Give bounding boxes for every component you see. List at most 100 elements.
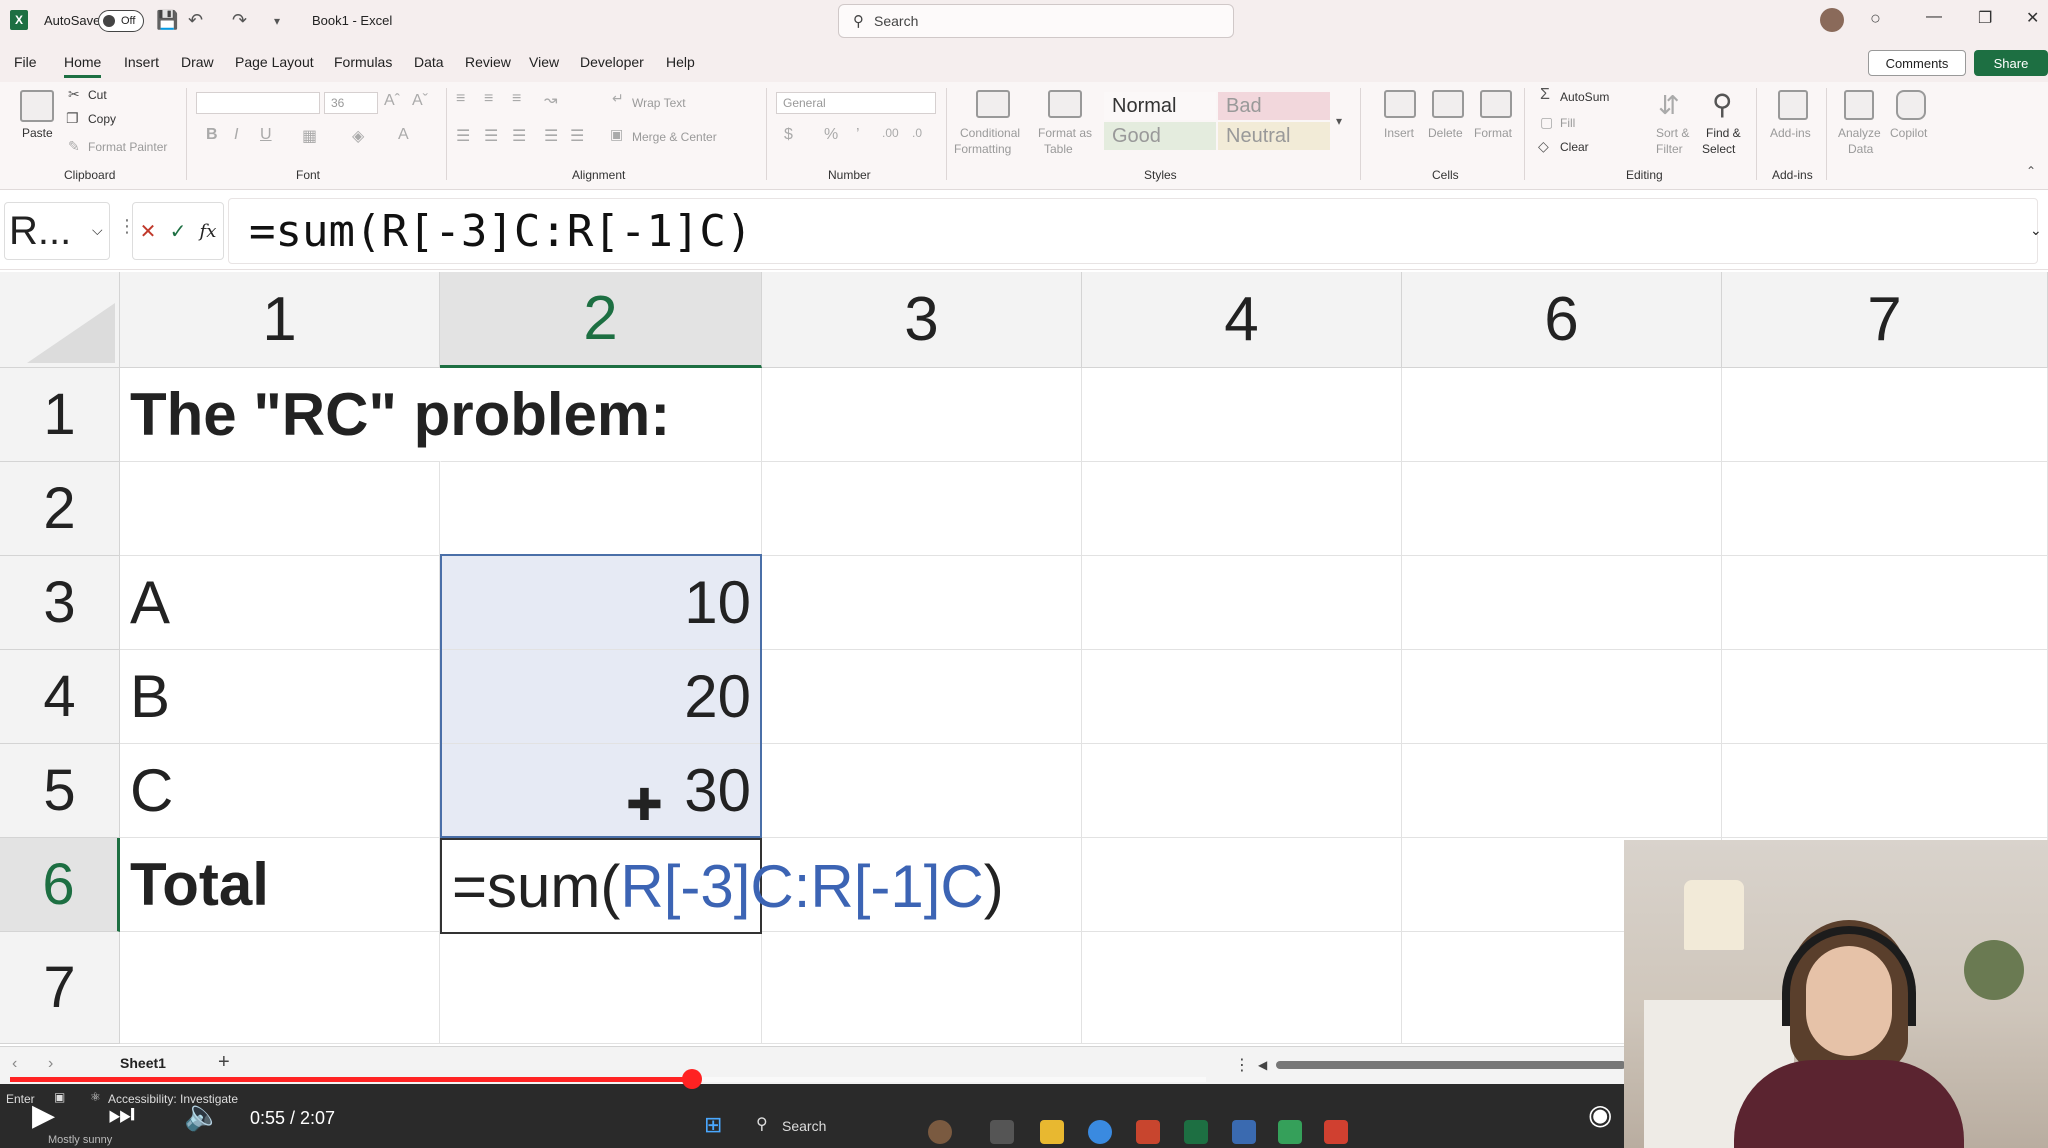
cell-r3c6[interactable] — [1402, 556, 1722, 650]
delete-cells-button[interactable]: Delete — [1428, 126, 1463, 140]
scroll-left-icon[interactable]: ◀ — [1258, 1058, 1267, 1072]
cell-r1c1[interactable]: The "RC" problem: — [120, 368, 670, 462]
format-as-table-line1[interactable]: Format as — [1038, 126, 1092, 140]
cell-r6c1[interactable]: Total — [120, 838, 440, 932]
styles-more-icon[interactable]: ▾ — [1336, 114, 1342, 128]
row-header-2[interactable]: 2 — [0, 462, 120, 556]
increase-font-icon[interactable]: Aˆ — [384, 92, 400, 110]
align-middle-icon[interactable]: ≡ — [484, 90, 493, 108]
select-all-corner[interactable] — [0, 272, 120, 368]
cancel-icon[interactable]: ✕ — [140, 219, 157, 244]
analyze-data-line2[interactable]: Data — [1848, 142, 1873, 156]
tab-page-layout[interactable]: Page Layout — [235, 54, 314, 70]
cell-r3c7[interactable] — [1722, 556, 2048, 650]
taskbar-files-icon[interactable] — [990, 1120, 1014, 1144]
cell-r2c3[interactable] — [762, 462, 1082, 556]
fill-color-icon[interactable]: ◈ — [352, 126, 364, 146]
style-normal[interactable]: Normal — [1104, 92, 1216, 120]
enter-icon[interactable]: ✓ — [170, 219, 187, 244]
cell-r1c7[interactable] — [1722, 368, 2048, 462]
addins-button[interactable]: Add-ins — [1770, 126, 1811, 140]
cell-r3c2[interactable]: 10 — [440, 556, 762, 650]
tab-view[interactable]: View — [529, 54, 559, 70]
comments-button[interactable]: Comments — [1868, 50, 1966, 76]
borders-icon[interactable]: ▦ — [302, 126, 317, 146]
fill-icon[interactable]: ▢ — [1540, 114, 1553, 131]
tab-formulas[interactable]: Formulas — [334, 54, 392, 70]
find-select-line1[interactable]: Find & — [1706, 126, 1741, 140]
style-neutral[interactable]: Neutral — [1218, 122, 1330, 150]
align-top-icon[interactable]: ≡ — [456, 90, 465, 108]
next-video-icon[interactable]: ⏭ — [108, 1098, 135, 1132]
font-name-combo[interactable] — [196, 92, 320, 114]
autosum-icon[interactable]: Σ — [1540, 86, 1550, 104]
percent-icon[interactable]: % — [824, 126, 838, 144]
windows-start-icon[interactable]: ⊞ — [704, 1112, 722, 1138]
cell-r5c3[interactable] — [762, 744, 1082, 838]
column-header-6[interactable]: 6 — [1402, 272, 1722, 368]
taskbar-search-icon[interactable]: ⚲ — [756, 1114, 768, 1134]
row-header-3[interactable]: 3 — [0, 556, 120, 650]
autoplay-toggle-icon[interactable]: ◉ — [1588, 1098, 1612, 1131]
font-color-icon[interactable]: A — [398, 126, 409, 144]
sort-filter-line2[interactable]: Filter — [1656, 142, 1683, 156]
taskbar-recorder-icon[interactable] — [1324, 1120, 1348, 1144]
cell-r2c2[interactable] — [440, 462, 762, 556]
delete-cells-icon[interactable] — [1432, 90, 1464, 118]
comma-style-icon[interactable]: ’ — [856, 126, 860, 144]
horizontal-scrollbar[interactable] — [1276, 1061, 1626, 1069]
cell-r5c2[interactable]: 30 — [440, 744, 762, 838]
clear-icon[interactable]: ◇ — [1538, 138, 1549, 155]
cell-r5c1[interactable]: C — [120, 744, 440, 838]
style-bad[interactable]: Bad — [1218, 92, 1330, 120]
taskbar-powerpoint-icon[interactable] — [1136, 1120, 1160, 1144]
volume-icon[interactable]: 🔈 — [184, 1098, 221, 1133]
collapse-ribbon-icon[interactable]: ⌃ — [2026, 164, 2036, 178]
row-header-7[interactable]: 7 — [0, 932, 120, 1044]
find-select-line2[interactable]: Select — [1702, 142, 1735, 156]
cell-r7c2[interactable] — [440, 932, 762, 1044]
tab-insert[interactable]: Insert — [124, 54, 159, 70]
autosave-toggle[interactable]: Off — [98, 10, 144, 32]
insert-cells-icon[interactable] — [1384, 90, 1416, 118]
insert-cells-button[interactable]: Insert — [1384, 126, 1414, 140]
cut-button[interactable]: Cut — [88, 88, 107, 102]
conditional-formatting-line2[interactable]: Formatting — [954, 142, 1011, 156]
add-sheet-icon[interactable]: + — [218, 1051, 230, 1074]
save-icon[interactable]: 💾 — [156, 10, 178, 31]
play-icon[interactable]: ▶ — [32, 1098, 55, 1133]
row-header-4[interactable]: 4 — [0, 650, 120, 744]
cell-r2c6[interactable] — [1402, 462, 1722, 556]
tab-data[interactable]: Data — [414, 54, 444, 70]
wrap-text-button[interactable]: Wrap Text — [632, 96, 686, 110]
taskbar-avatar-icon[interactable] — [928, 1120, 952, 1144]
tab-review[interactable]: Review — [465, 54, 511, 70]
copy-icon[interactable]: ❐ — [66, 110, 79, 127]
sort-filter-line1[interactable]: Sort & — [1656, 126, 1689, 140]
analyze-data-line1[interactable]: Analyze — [1838, 126, 1881, 140]
cell-r2c1[interactable] — [120, 462, 440, 556]
cell-r4c4[interactable] — [1082, 650, 1402, 744]
column-header-2[interactable]: 2 — [440, 272, 762, 368]
cell-r4c7[interactable] — [1722, 650, 2048, 744]
format-as-table-icon[interactable] — [1048, 90, 1082, 118]
video-scrubber-handle[interactable] — [681, 1069, 702, 1089]
profile-avatar[interactable] — [1820, 8, 1844, 32]
currency-icon[interactable]: $ — [784, 126, 793, 144]
style-good[interactable]: Good — [1104, 122, 1216, 150]
align-right-icon[interactable]: ☰ — [512, 126, 526, 146]
align-center-icon[interactable]: ☰ — [484, 126, 498, 146]
taskbar-chrome-icon[interactable] — [1088, 1120, 1112, 1144]
cell-r1c6[interactable] — [1402, 368, 1722, 462]
share-button[interactable]: Share — [1974, 50, 2048, 76]
tab-file[interactable]: File — [14, 54, 37, 70]
cell-r2c7[interactable] — [1722, 462, 2048, 556]
column-header-4[interactable]: 4 — [1082, 272, 1402, 368]
video-progress-bar[interactable] — [10, 1069, 1206, 1089]
cell-r3c4[interactable] — [1082, 556, 1402, 650]
cell-r5c7[interactable] — [1722, 744, 2048, 838]
cell-r3c1[interactable]: A — [120, 556, 440, 650]
format-painter-icon[interactable]: ✎ — [68, 138, 80, 155]
find-select-icon[interactable]: ⚲ — [1712, 88, 1733, 121]
font-size-combo[interactable]: 36 — [324, 92, 378, 114]
